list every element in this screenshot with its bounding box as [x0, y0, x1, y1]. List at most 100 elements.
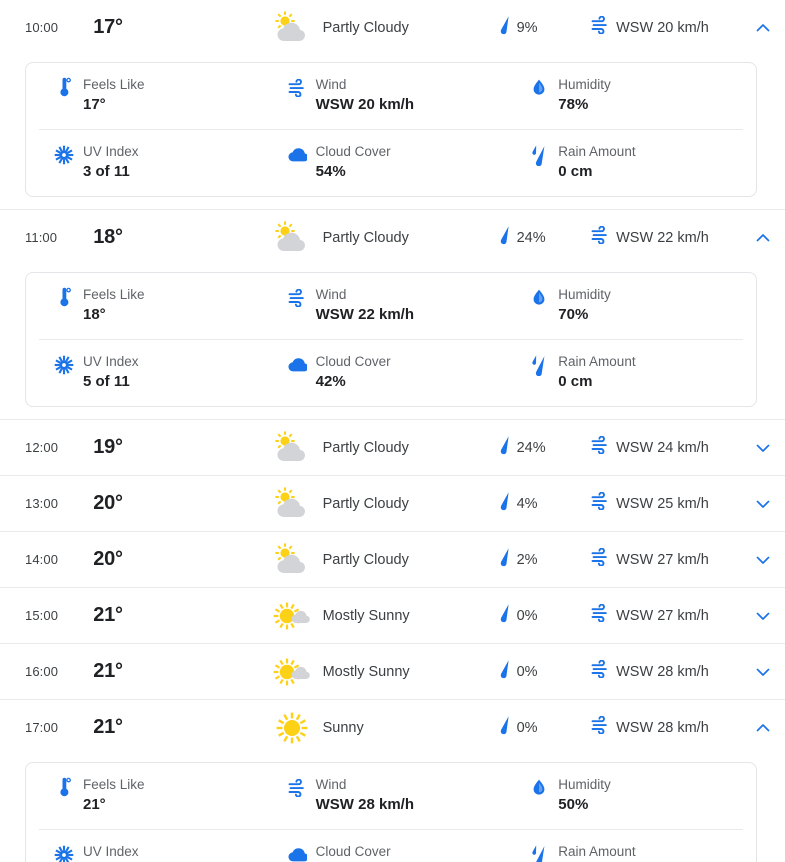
wind-icon [284, 287, 310, 309]
detail-cell-wind: Wind WSW 20 km/h [274, 76, 509, 115]
detail-label: Cloud Cover [315, 844, 391, 859]
chevron-down-icon[interactable] [741, 550, 785, 570]
hour-precipitation: 9% [498, 15, 591, 40]
detail-value: 0 cm [558, 163, 593, 180]
hour-temperature: 21° [93, 604, 123, 626]
precipitation-value: 24% [516, 439, 546, 456]
raindrop-icon [498, 435, 512, 460]
chevron-up-icon[interactable] [741, 718, 785, 738]
cloud-icon [284, 144, 310, 166]
hour-time: 12:00 [25, 440, 59, 455]
wind-icon [590, 547, 610, 571]
detail-value: 54% [315, 163, 346, 180]
wind-value: WSW 20 km/h [616, 19, 709, 36]
detail-value: 5 of 11 [83, 373, 130, 390]
condition-label: Partly Cloudy [322, 551, 409, 568]
detail-value: 17° [83, 96, 106, 113]
detail-label: Humidity [558, 777, 611, 792]
cloud-icon [284, 354, 310, 376]
detail-label: Rain Amount [558, 354, 636, 369]
hour-row-1200[interactable]: 12:00 19° Partly Cloudy 24% WSW 24 km/h [0, 420, 785, 475]
hour-time: 13:00 [25, 496, 59, 511]
detail-label: Cloud Cover [315, 144, 391, 159]
hour-row-1300[interactable]: 13:00 20° Partly Cloudy 4% WSW 25 km/h [0, 476, 785, 531]
wind-value: WSW 24 km/h [616, 439, 709, 456]
hour-condition: Mostly Sunny [269, 597, 498, 635]
hour-row-1000[interactable]: 10:00 17° Partly Cloudy 9% WSW 20 km/h [0, 0, 785, 55]
raindrop-icon [498, 15, 512, 40]
chevron-down-icon[interactable] [741, 494, 785, 514]
hour-time: 15:00 [25, 608, 59, 623]
wind-icon [590, 603, 610, 627]
raindrop-icon [498, 225, 512, 250]
hour-time: 16:00 [25, 664, 59, 679]
detail-value: WSW 28 km/h [315, 796, 414, 813]
hour-wind: WSW 27 km/h [590, 547, 741, 571]
detail-cell-cloud-cover: Cloud Cover11% [274, 843, 509, 862]
rain-drops-icon [526, 144, 552, 166]
hour-temperature: 21° [93, 660, 123, 682]
detail-cell-rain-amount: Rain Amount 0 cm [508, 353, 743, 392]
detail-cell-uv-index: UV Index 5 of 11 [39, 353, 274, 392]
hour-wind: WSW 25 km/h [590, 491, 741, 515]
wind-icon [284, 777, 310, 799]
hour-time: 10:00 [25, 20, 59, 35]
hour-temperature: 20° [93, 548, 123, 570]
wind-icon [590, 15, 610, 39]
chevron-down-icon[interactable] [741, 662, 785, 682]
chevron-down-icon[interactable] [741, 606, 785, 626]
cloud-icon [284, 844, 310, 862]
detail-label: Wind [315, 777, 347, 792]
hour-condition: Partly Cloudy [269, 485, 498, 523]
hour-row-1500[interactable]: 15:00 21° Mostly Sunny 0% WSW 27 km/h [0, 588, 785, 643]
hour-condition: Partly Cloudy [269, 9, 498, 47]
detail-value: 21° [83, 796, 106, 813]
detail-value: 50% [558, 796, 589, 813]
hour-wind: WSW 27 km/h [590, 603, 741, 627]
wind-value: WSW 28 km/h [616, 663, 709, 680]
condition-label: Partly Cloudy [322, 19, 409, 36]
detail-label: Wind [315, 77, 347, 92]
hour-wind: WSW 28 km/h [590, 715, 741, 739]
hour-condition: Sunny [269, 709, 498, 747]
hour-wind: WSW 20 km/h [590, 15, 741, 39]
hour-detail-card: Feels Like 17° Wind WSW 20 km/h Humidity 78% U… [25, 62, 757, 197]
detail-label: Humidity [558, 77, 611, 92]
detail-label: Rain Amount [558, 144, 636, 159]
hour-precipitation: 0% [498, 659, 591, 684]
hour-row-1600[interactable]: 16:00 21° Mostly Sunny 0% WSW 28 km/h [0, 644, 785, 699]
hour-row-1700[interactable]: 17:00 21° Sunny 0% WSW 28 km/h [0, 700, 785, 755]
precipitation-value: 9% [516, 19, 538, 36]
precipitation-value: 4% [516, 495, 538, 512]
condition-label: Partly Cloudy [322, 439, 409, 456]
uv-sun-icon [51, 354, 77, 376]
detail-cell-feels-like: Feels Like 17° [39, 76, 274, 115]
thermometer-icon [51, 77, 77, 99]
detail-value: 0 cm [558, 373, 593, 390]
thermometer-icon [51, 777, 77, 799]
sunny-icon [269, 709, 315, 747]
wind-icon [590, 659, 610, 683]
water-drop-icon [526, 777, 552, 799]
detail-label: UV Index [83, 144, 139, 159]
rain-drops-icon [526, 844, 552, 862]
condition-label: Mostly Sunny [322, 663, 410, 680]
hour-condition: Partly Cloudy [269, 541, 498, 579]
hour-temperature: 18° [93, 226, 123, 248]
chevron-up-icon[interactable] [741, 228, 785, 248]
condition-label: Sunny [322, 719, 364, 736]
hour-wind: WSW 28 km/h [590, 659, 741, 683]
wind-icon [590, 715, 610, 739]
detail-value: 42% [315, 373, 346, 390]
hour-row-1400[interactable]: 14:00 20° Partly Cloudy 2% WSW 27 km/h [0, 532, 785, 587]
detail-cell-uv-index: UV Index2 of 11 [39, 843, 274, 862]
chevron-down-icon[interactable] [741, 438, 785, 458]
uv-sun-icon [51, 144, 77, 166]
wind-value: WSW 25 km/h [616, 495, 709, 512]
chevron-up-icon[interactable] [741, 18, 785, 38]
detail-value: 78% [558, 96, 589, 113]
detail-value: WSW 20 km/h [315, 96, 414, 113]
detail-label: Feels Like [83, 77, 145, 92]
hour-row-1100[interactable]: 11:00 18° Partly Cloudy 24% WSW 22 km/h [0, 210, 785, 265]
hour-wind: WSW 22 km/h [590, 225, 741, 249]
